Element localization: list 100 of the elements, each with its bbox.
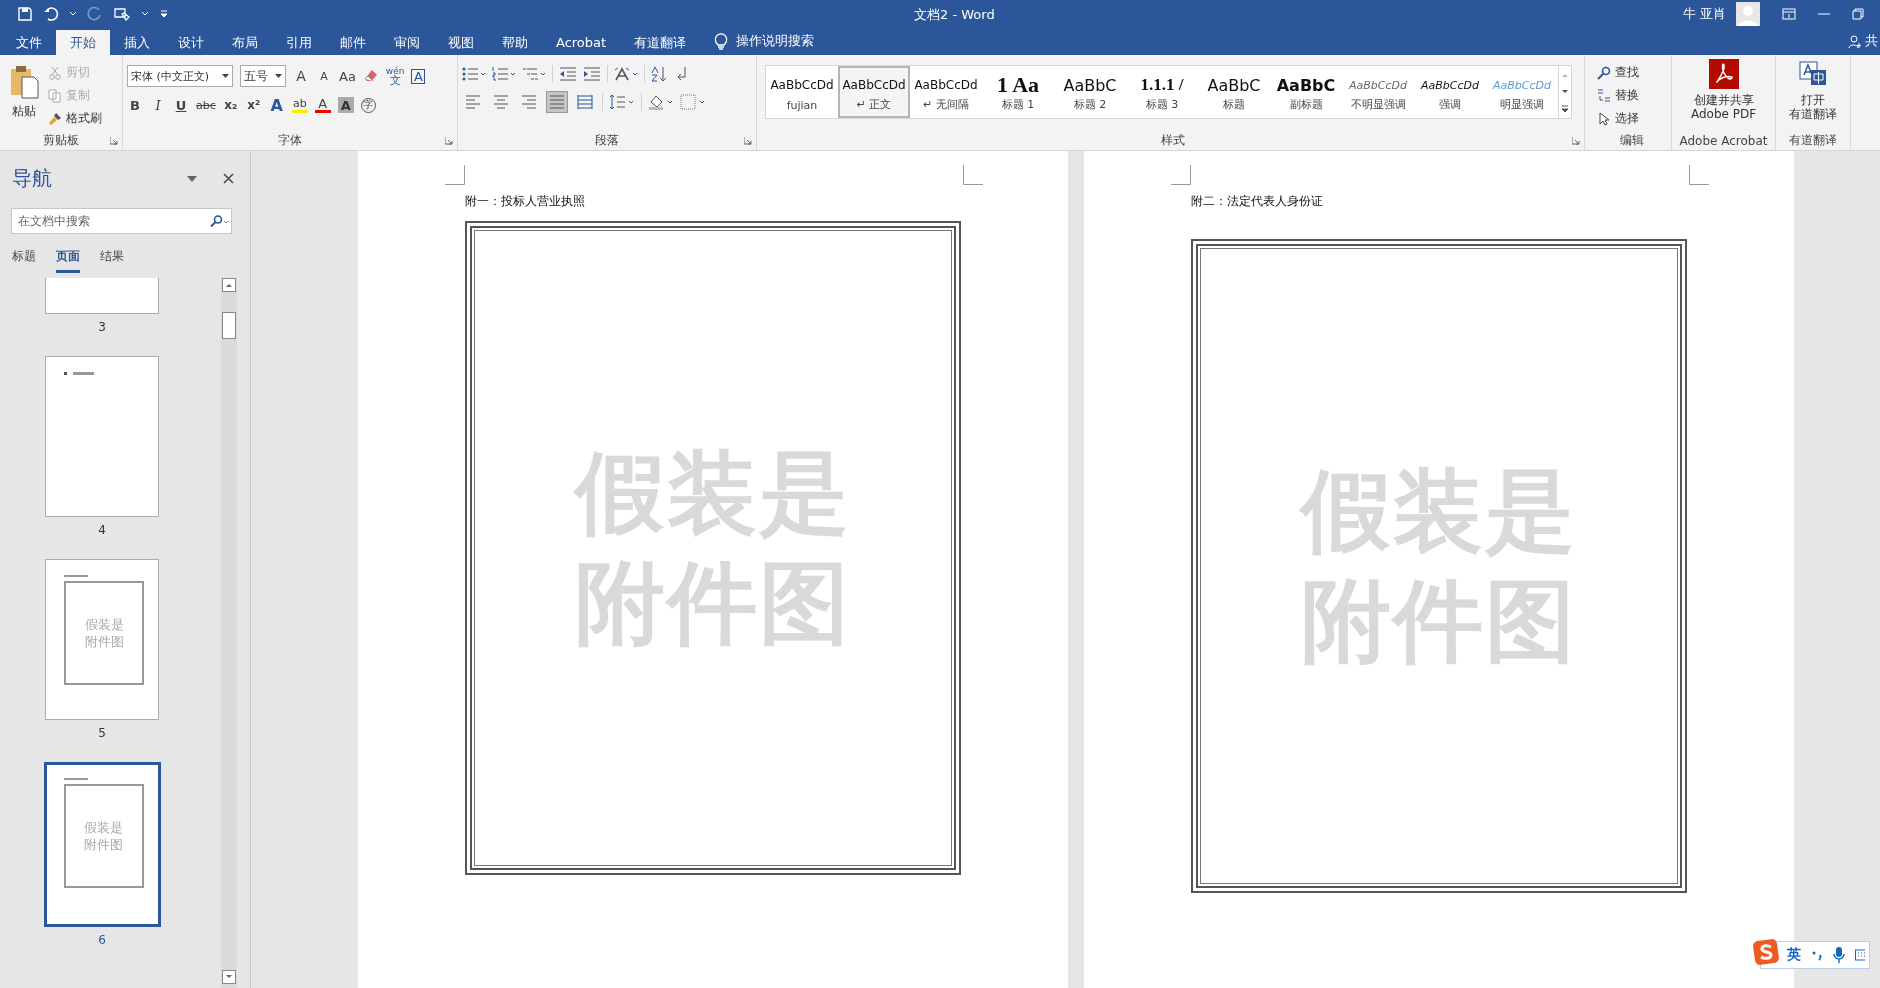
font-color-button[interactable]: A bbox=[314, 97, 331, 113]
ribbon-tab[interactable]: 视图 bbox=[434, 30, 488, 55]
search-field[interactable]: 在文档中搜索 bbox=[11, 208, 232, 234]
bold-button[interactable]: B bbox=[127, 95, 143, 115]
style-item[interactable]: AaBbCcDd ↵ 无间隔 bbox=[910, 66, 982, 118]
style-item[interactable]: AaBbCcDd 强调 bbox=[1414, 66, 1486, 118]
highlight-button[interactable]: ab bbox=[291, 97, 308, 113]
style-item[interactable]: AaBbCcDd fujian bbox=[766, 66, 838, 118]
language-mode[interactable]: 英 bbox=[1787, 946, 1801, 964]
user-name[interactable]: 牛 亚肖 bbox=[1682, 5, 1726, 23]
punctuation-icon[interactable] bbox=[1811, 949, 1823, 961]
cursor-icon[interactable] bbox=[1597, 111, 1611, 126]
clipboard-icon[interactable] bbox=[9, 65, 39, 99]
brush-icon[interactable] bbox=[48, 111, 62, 126]
input-method-logo-icon[interactable] bbox=[1753, 939, 1779, 965]
ribbon-tab[interactable]: 审阅 bbox=[380, 30, 434, 55]
search-icon[interactable] bbox=[1597, 65, 1611, 80]
dropdown-icon[interactable] bbox=[187, 175, 197, 182]
ribbon-tab[interactable]: 帮助 bbox=[488, 30, 542, 55]
bullets-icon[interactable] bbox=[462, 66, 486, 82]
text-effects-button[interactable]: A bbox=[268, 95, 285, 115]
strike-button[interactable]: abc bbox=[196, 95, 216, 115]
caret-icon[interactable] bbox=[141, 11, 149, 17]
shading-icon[interactable] bbox=[648, 94, 674, 110]
character-border-button[interactable]: A bbox=[411, 68, 426, 84]
numbering-icon[interactable] bbox=[492, 66, 516, 82]
font-size-dropdown[interactable]: 五号 bbox=[240, 65, 286, 87]
scroll-down-icon[interactable] bbox=[222, 970, 236, 984]
close-icon[interactable] bbox=[223, 173, 234, 184]
ribbon-tab[interactable]: 有道翻译 bbox=[620, 30, 701, 55]
sup-button[interactable]: x² bbox=[245, 95, 262, 115]
translate-button[interactable]: 打开 有道翻译 bbox=[1789, 59, 1837, 131]
increase-indent-icon[interactable] bbox=[583, 67, 601, 81]
phonetic-guide-button[interactable]: wén 文 bbox=[385, 66, 405, 86]
touch-mode-icon[interactable] bbox=[113, 6, 131, 22]
create-pdf-button[interactable]: 创建并共享 Adobe PDF bbox=[1690, 59, 1757, 131]
page-thumbnail[interactable] bbox=[45, 356, 159, 517]
microphone-icon[interactable] bbox=[1833, 947, 1845, 963]
dialog-launcher-icon[interactable] bbox=[1572, 137, 1580, 145]
character-shading-button[interactable]: A bbox=[337, 97, 354, 113]
share-icon[interactable] bbox=[1848, 35, 1862, 49]
ribbon-tab[interactable]: 引用 bbox=[272, 30, 326, 55]
sort-icon[interactable] bbox=[651, 66, 669, 82]
change-case-button[interactable]: Aa bbox=[339, 66, 356, 86]
restore-icon[interactable] bbox=[1852, 8, 1864, 20]
font-name-dropdown[interactable]: 宋体 (中文正文) bbox=[127, 65, 233, 87]
line-spacing-icon[interactable] bbox=[609, 94, 635, 110]
style-item[interactable]: AaBbC 标题 bbox=[1198, 66, 1270, 118]
share-label[interactable]: 共 bbox=[1865, 32, 1878, 50]
select-button[interactable]: 选择 bbox=[1597, 109, 1667, 128]
style-item[interactable]: 1 Aa 标题 1 bbox=[982, 66, 1054, 118]
ribbon-tab[interactable]: 开始 bbox=[56, 30, 110, 55]
brush-button[interactable]: 格式刷 bbox=[48, 109, 102, 128]
caret-icon[interactable] bbox=[69, 11, 77, 17]
pane-tab[interactable]: 结果 bbox=[100, 248, 124, 273]
sub-button[interactable]: x₂ bbox=[222, 95, 239, 115]
ribbon-tab[interactable]: Acrobat bbox=[542, 30, 621, 55]
dialog-launcher-icon[interactable] bbox=[744, 137, 752, 145]
pane-tab[interactable]: 页面 bbox=[56, 248, 80, 273]
search-icon[interactable] bbox=[209, 215, 229, 227]
caret-icon[interactable] bbox=[275, 74, 282, 78]
shrink-font-button[interactable]: A bbox=[316, 66, 332, 86]
more-styles-icon[interactable] bbox=[1560, 105, 1570, 114]
dialog-launcher-icon[interactable] bbox=[445, 137, 453, 145]
find-button[interactable]: 查找 bbox=[1597, 63, 1667, 82]
replace-button[interactable]: 替换 bbox=[1597, 86, 1667, 105]
multilevel-list-icon[interactable] bbox=[522, 66, 546, 82]
undo-icon[interactable] bbox=[43, 6, 59, 22]
ribbon-tab[interactable]: 文件 bbox=[2, 30, 56, 55]
save-icon[interactable] bbox=[17, 6, 33, 22]
style-item[interactable]: AaBbC 标题 2 bbox=[1054, 66, 1126, 118]
ribbon-tab[interactable]: 插入 bbox=[110, 30, 164, 55]
style-item[interactable]: AaBbC 副标题 bbox=[1270, 66, 1342, 118]
tell-me-search[interactable]: 操作说明搜索 bbox=[736, 32, 815, 50]
ribbon-tab[interactable]: 布局 bbox=[218, 30, 272, 55]
grow-font-button[interactable]: A bbox=[293, 66, 309, 86]
ribbon-tab[interactable]: 邮件 bbox=[326, 30, 380, 55]
style-item[interactable]: AaBbCcDd ↵ 正文 bbox=[838, 66, 910, 118]
scroll-down-icon[interactable] bbox=[1560, 88, 1570, 96]
italic-button[interactable]: I bbox=[150, 95, 166, 115]
ribbon-tab[interactable]: 设计 bbox=[164, 30, 218, 55]
pdf-icon[interactable] bbox=[1708, 59, 1739, 89]
customize-icon[interactable] bbox=[159, 9, 169, 19]
ribbon-display-icon[interactable] bbox=[1782, 8, 1796, 20]
dialog-launcher-icon[interactable] bbox=[110, 137, 118, 145]
pane-tab[interactable]: 标题 bbox=[12, 248, 36, 273]
underline-button[interactable]: U bbox=[173, 95, 189, 115]
caret-icon[interactable] bbox=[222, 74, 229, 78]
decrease-indent-icon[interactable] bbox=[559, 67, 577, 81]
keyboard-icon[interactable] bbox=[1855, 949, 1865, 961]
redo-icon[interactable] bbox=[87, 6, 103, 22]
style-item[interactable]: AaBbCcDd 不明显强调 bbox=[1342, 66, 1414, 118]
lightbulb-icon[interactable] bbox=[714, 32, 729, 50]
show-marks-icon[interactable] bbox=[675, 66, 689, 82]
chinese-layout-icon[interactable] bbox=[614, 66, 638, 82]
scrollbar[interactable] bbox=[221, 278, 237, 988]
eraser-icon[interactable] bbox=[362, 68, 379, 84]
style-item[interactable]: AaBbCcDd 明显强调 bbox=[1486, 66, 1558, 118]
scroll-up-icon[interactable] bbox=[222, 278, 236, 292]
style-item[interactable]: 1.1.1 / 标题 3 bbox=[1126, 66, 1198, 118]
